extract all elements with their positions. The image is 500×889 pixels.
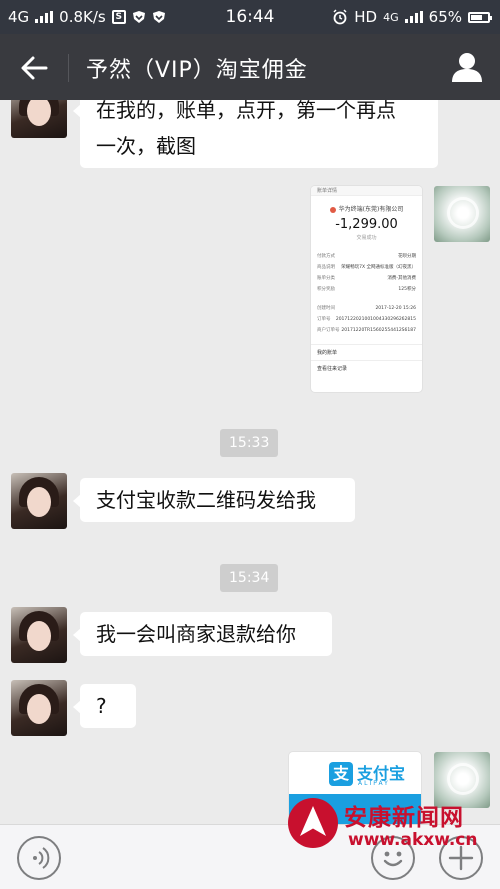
row-value: 125积分 <box>398 287 416 292</box>
screenshot-row: 订单号 2017122021001004330296262815 <box>317 314 416 325</box>
watermark-title: 安康新闻网 <box>344 804 464 831</box>
row-value: 20171220TR15602554412S6187 <box>341 328 416 333</box>
image-message[interactable]: 账单详情 华为终端(东莞)有限公司 -1,299.00 交易成功 付款方式 花呗分… <box>311 186 422 392</box>
alarm-icon <box>333 9 347 25</box>
screenshot-row: 商品说明 荣耀畅玩7X 全网通标准版（幻夜黑） <box>317 262 416 273</box>
chat-title-bar: 予然（VIP）淘宝佣金 <box>0 34 500 100</box>
news-watermark: 安康新闻网 www.akxw.cn <box>288 798 488 864</box>
signal-icon-right <box>404 11 423 23</box>
row-label: 商户订单号 <box>317 328 340 333</box>
voice-icon <box>33 847 50 869</box>
screenshot-status: 交易成功 <box>356 235 377 241</box>
screenshot-row: 付款方式 花呗分期 <box>317 251 416 262</box>
screenshot-row: 商户订单号 20171220TR15602554412S6187 <box>317 325 416 336</box>
row-label: 商品说明 <box>317 265 335 270</box>
row-value: 消费-其他消费 <box>387 276 416 281</box>
status-right: HD 4G 65% <box>332 8 492 26</box>
watermark-logo-icon <box>288 798 338 848</box>
message-text: 支付宝收款二维码发给我 <box>96 488 316 512</box>
message-text: 一次，截图 <box>96 134 196 158</box>
network-label-right: 4G <box>383 10 399 24</box>
message-text: ? <box>96 694 107 718</box>
screenshot-row: 账单分类 消费-其他消费 <box>317 273 416 284</box>
back-arrow-icon[interactable] <box>18 52 50 84</box>
title-divider <box>68 54 69 82</box>
contact-avatar[interactable] <box>11 607 67 663</box>
row-value: 2017-12-20 15:26 <box>375 306 416 311</box>
timestamp: 15:33 <box>220 429 279 457</box>
alipay-logo-icon: 支 <box>329 762 353 786</box>
chat-area[interactable]: 在我的，账单，点开，第一个再点 一次，截图 账单详情 华为终端(东莞)有限公司 … <box>0 100 500 824</box>
my-avatar[interactable] <box>434 186 490 242</box>
watermark-url: www.akxw.cn <box>348 830 478 850</box>
screenshot-amount: -1,299.00 <box>335 217 398 232</box>
screenshot-link: 我的账单 <box>311 344 422 360</box>
row-label: 订单号 <box>317 317 331 322</box>
row-label: 创建时间 <box>317 306 335 311</box>
contact-avatar[interactable] <box>11 100 67 138</box>
battery-percent: 65% <box>428 8 462 26</box>
row-value: 花呗分期 <box>398 254 416 259</box>
message-bubble[interactable]: 支付宝收款二维码发给我 <box>73 478 355 522</box>
contact-avatar[interactable] <box>11 680 67 736</box>
screenshot-merchant: 华为终端(东莞)有限公司 <box>311 204 422 213</box>
voice-button[interactable] <box>17 836 61 880</box>
row-label: 付款方式 <box>317 254 335 259</box>
chat-title: 予然（VIP）淘宝佣金 <box>86 58 308 83</box>
battery-icon <box>468 11 492 23</box>
person-icon[interactable] <box>450 50 484 84</box>
hd-label: HD <box>354 8 378 26</box>
message-text: 在我的，账单，点开，第一个再点 <box>96 100 396 122</box>
row-label: 账单分类 <box>317 276 335 281</box>
screenshot-rows: 付款方式 花呗分期 商品说明 荣耀畅玩7X 全网通标准版（幻夜黑） 账单分类 消费-其… <box>311 251 422 336</box>
message-text: 我一会叫商家退款给你 <box>96 622 296 646</box>
screenshot-row: 创建时间 2017-12-20 15:26 <box>317 303 416 314</box>
row-value: 荣耀畅玩7X 全网通标准版（幻夜黑） <box>341 265 416 270</box>
message-bubble[interactable]: ? <box>73 684 136 728</box>
screenshot-link: 查看往来记录 <box>311 360 422 376</box>
timestamp: 15:34 <box>220 564 279 592</box>
contact-avatar[interactable] <box>11 473 67 529</box>
screenshot-header: 账单详情 <box>311 186 422 196</box>
message-bubble[interactable]: 我一会叫商家退款给你 <box>73 612 332 656</box>
status-bar: 4G 0.8K/s S 16:44 HD 4G 65% <box>0 0 500 34</box>
row-value: 2017122021001004330296262815 <box>335 317 416 322</box>
message-bubble[interactable]: 在我的，账单，点开，第一个再点 一次，截图 <box>73 100 438 168</box>
screenshot-row: 积分奖励 125积分 <box>317 284 416 295</box>
row-label: 积分奖励 <box>317 287 335 292</box>
alipay-sub: ALIPAY <box>358 780 390 787</box>
